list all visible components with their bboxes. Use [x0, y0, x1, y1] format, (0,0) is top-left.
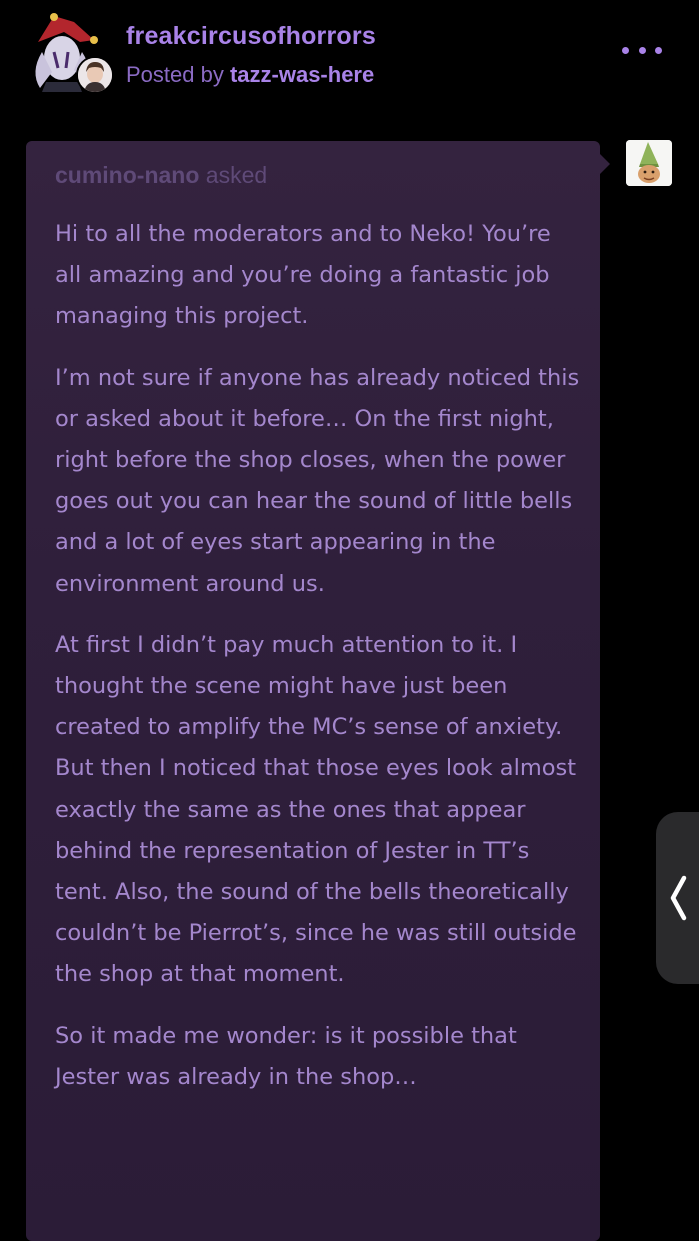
posted-by-prefix: Posted by — [126, 62, 230, 87]
gnome-avatar-image — [626, 140, 672, 186]
question-paragraph: So it made me wonder: is it possible tha… — [55, 1022, 517, 1090]
question-paragraph: At first I didn’t pay much attention to … — [55, 631, 577, 988]
asker-avatar[interactable] — [626, 140, 672, 186]
poster-avatar[interactable] — [76, 56, 114, 94]
asked-label: asked — [199, 162, 268, 188]
poster-avatar-image — [78, 58, 112, 92]
side-panel-handle[interactable] — [656, 812, 699, 984]
question-paragraph: Hi to all the moderators and to Neko! Yo… — [55, 221, 551, 330]
more-dots-icon[interactable] — [622, 38, 662, 62]
asker-username-link[interactable]: cumino-nano — [55, 162, 199, 188]
blog-name-link[interactable]: freakcircusofhorrors — [126, 22, 376, 51]
dot — [622, 46, 629, 54]
ask-question-text: Hi to all the moderators and to Neko! Yo… — [55, 214, 580, 1118]
asked-line: cumino-nano asked — [55, 162, 267, 189]
dot — [655, 46, 662, 54]
chevron-left-icon — [670, 875, 687, 921]
dot — [638, 46, 646, 54]
post-header: freakcircusofhorrors Posted by tazz-was-… — [0, 0, 699, 110]
poster-username-link[interactable]: tazz-was-here — [230, 62, 374, 87]
posted-by-line: Posted by tazz-was-here — [126, 62, 374, 88]
ask-bubble-pointer — [600, 154, 610, 174]
question-paragraph: I’m not sure if anyone has already notic… — [55, 364, 580, 597]
